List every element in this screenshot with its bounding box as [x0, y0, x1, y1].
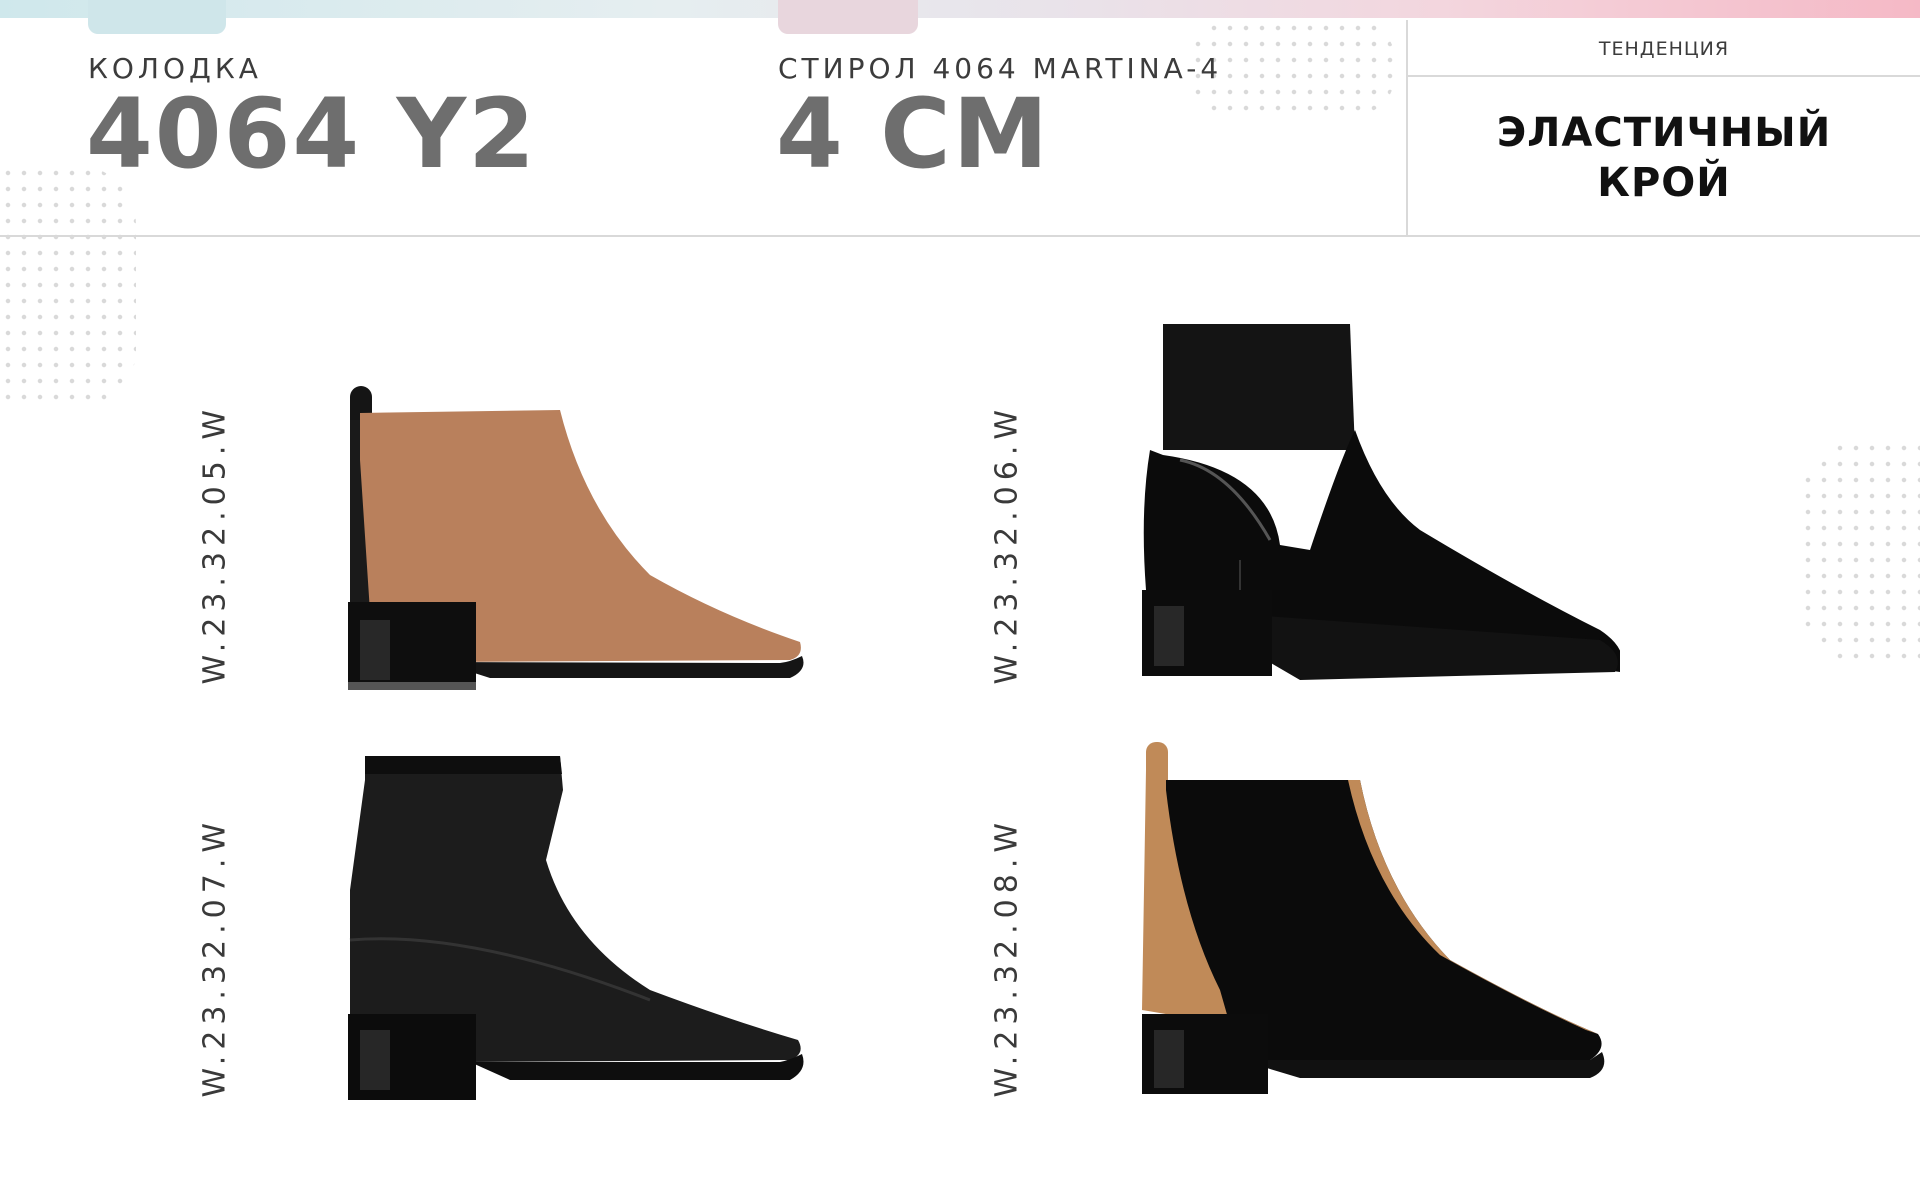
dot-pattern-right	[1800, 440, 1920, 665]
product-code-2: W.23.32.06.W	[989, 403, 1025, 685]
black-tan-colorblock-boot-icon	[1142, 742, 1605, 1094]
product-code-4: W.23.32.08.W	[989, 816, 1025, 1098]
last-value: 4064 Y2	[86, 78, 537, 190]
header-tab-accent-left	[88, 0, 226, 34]
trend-divider-horizontal	[1408, 75, 1920, 77]
tan-ankle-boot-icon	[348, 386, 804, 690]
trend-title: ТЕНДЕНЦИЯ	[1598, 38, 1730, 60]
black-patent-suede-boot-icon	[1142, 324, 1620, 680]
black-leather-sock-boot-icon	[348, 756, 804, 1100]
trend-value-line2: КРОЙ	[1597, 160, 1731, 206]
top-gradient-stripe	[0, 0, 1920, 18]
product-code-1: W.23.32.05.W	[197, 403, 233, 685]
header-divider	[0, 235, 1920, 237]
header-tab-accent-right	[778, 0, 918, 34]
dot-pattern-left	[0, 165, 136, 410]
product-code-3: W.23.32.07.W	[197, 816, 233, 1098]
trend-value-line1: ЭЛАСТИЧНЫЙ	[1496, 110, 1832, 156]
trend-value: ЭЛАСТИЧНЫЙ КРОЙ	[1408, 108, 1920, 208]
heel-height-value: 4 СМ	[776, 78, 1051, 190]
